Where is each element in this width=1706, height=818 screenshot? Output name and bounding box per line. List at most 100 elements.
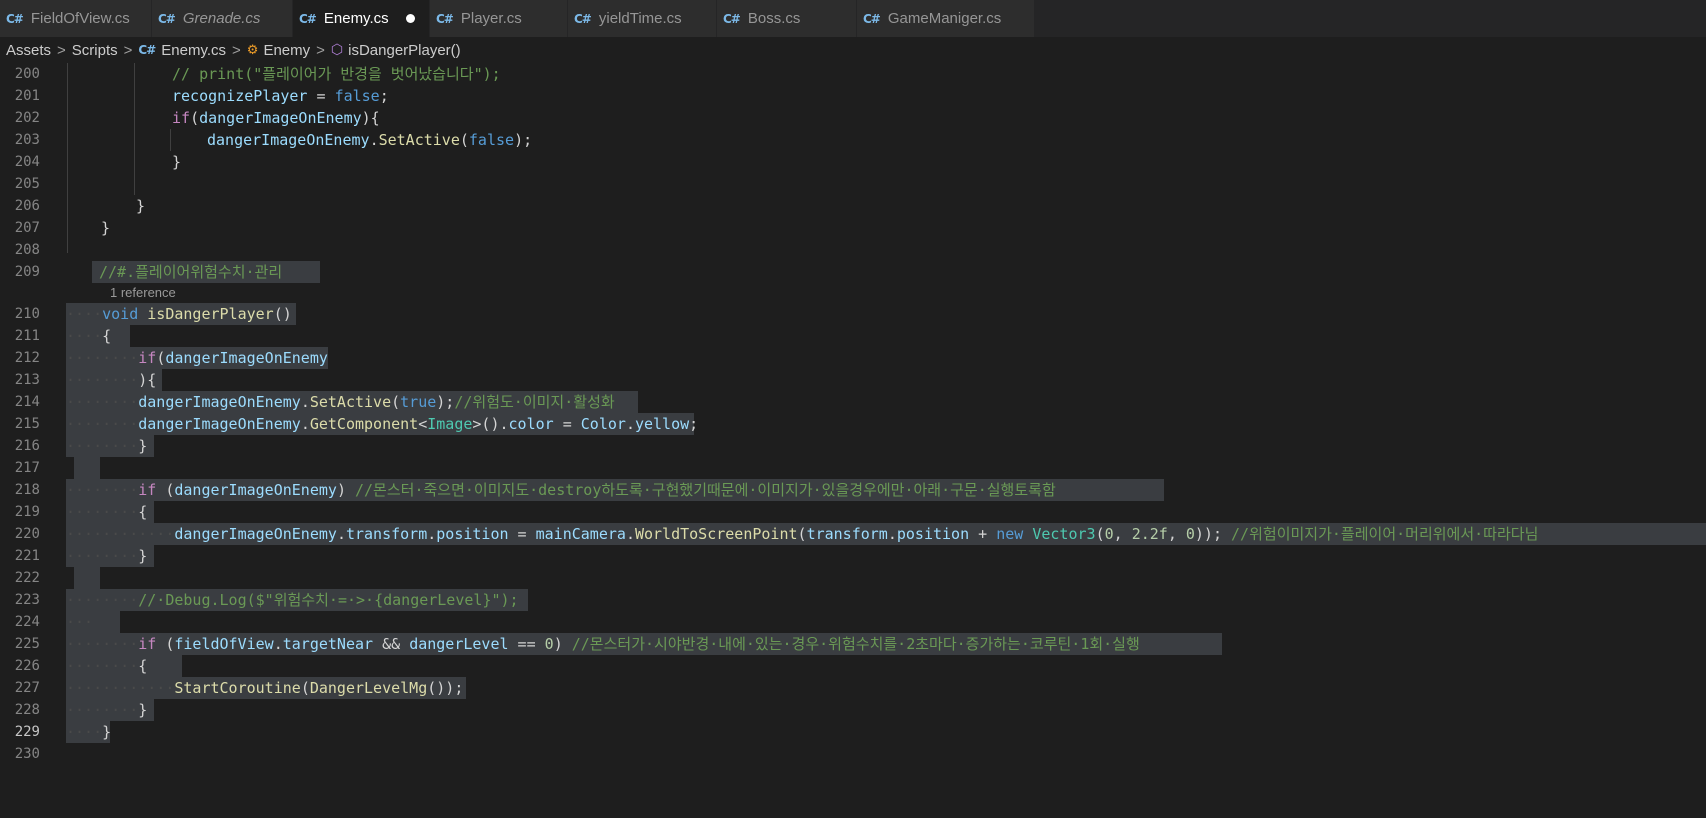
code-number: 0 [1185,525,1195,543]
code-function: WorldToScreenPoint [634,525,798,543]
code-line: 220 ············dangerImageOnEnemy.trans… [0,523,1706,545]
code-function: isDangerPlayer [147,305,274,323]
whitespace-dots: ········ [66,371,139,389]
code-identifier: recognizePlayer [172,87,308,105]
code-identifier: dangerImageOnEnemy [207,131,370,149]
code-number: 0 [544,635,554,653]
whitespace-dots: ········ [66,591,139,609]
code-operator: = [307,87,335,105]
code-punct: } [101,219,111,237]
breadcrumb-class[interactable]: Enemy [263,42,310,59]
code-punct: . [625,415,635,433]
code-keyword: if [138,481,157,499]
line-number: 230 [14,746,40,762]
code-identifier: dangerImageOnEnemy [174,525,337,543]
code-line: 224 ··· [0,611,1706,633]
code-function: GetComponent [309,415,419,433]
line-number: 227 [14,680,40,696]
code-punct: >(). [472,415,509,433]
line-number: 214 [14,394,40,410]
code-punct: ( [391,393,401,411]
line-number: 221 [14,548,40,564]
code-operator: == [508,635,545,653]
code-line: 223 ········//·Debug.Log($"위험수치·=·>·{dan… [0,589,1706,611]
code-identifier: dangerLevel [409,635,509,653]
code-line: 206 } [0,195,1706,217]
code-identifier: targetNear [282,635,374,653]
code-line: 217 [0,457,1706,479]
code-function: DangerLevelMg [309,679,428,697]
tab-gamemaniger[interactable]: C# GameManiger.cs [857,0,1035,37]
csharp-file-icon: C# [138,43,156,57]
code-function: StartCoroutine [174,679,301,697]
code-keyword: false [468,131,515,149]
line-number: 223 [14,592,40,608]
tab-boss[interactable]: C# Boss.cs [717,0,857,37]
whitespace-dots: ········ [66,415,139,433]
line-number: 210 [14,306,40,322]
code-identifier: dangerImageOnEnemy [138,393,301,411]
code-line: 216 ········} [0,435,1706,457]
code-punct: () [273,305,292,323]
tab-grenade[interactable]: C# Grenade.cs [152,0,293,37]
code-line: 200 // print("플레이어가 반경을 벗어났습니다"); [0,63,1706,85]
code-punct: . [336,525,346,543]
line-number: 212 [14,350,40,366]
class-icon: ⚙ [246,42,259,58]
code-keyword: new [996,525,1024,543]
breadcrumb-assets[interactable]: Assets [6,42,51,59]
tab-fieldofview[interactable]: C# FieldOfView.cs [0,0,152,37]
code-punct: < [418,415,428,433]
code-keyword: true [400,393,437,411]
tab-yieldtime[interactable]: C# yieldTime.cs [568,0,717,37]
line-number: 222 [14,570,40,586]
code-operator: = [508,525,536,543]
code-punct: ) [553,635,572,653]
breadcrumb-scripts[interactable]: Scripts [72,42,118,59]
code-comment: // print("플레이어가 반경을 벗어났습니다"); [172,65,501,83]
line-number: 202 [14,110,40,126]
line-number: 200 [14,66,40,82]
whitespace-dots: ········ [66,503,139,521]
codelens-references[interactable]: 1 reference [110,283,176,303]
code-line: 218 ········if (dangerImageOnEnemy) //몬스… [0,479,1706,501]
code-comment: //몬스터·죽으면·이미지도·destroy하도록·구현했기때문에·이미지가·있… [355,481,1056,499]
line-number: 225 [14,636,40,652]
code-keyword: void [102,305,139,323]
code-operator: + [969,525,997,543]
line-number: 217 [14,460,40,476]
code-punct: ); [514,131,533,149]
code-keyword: if [138,635,157,653]
code-identifier: dangerImageOnEnemy [199,109,362,127]
code-punct: . [300,415,310,433]
code-operator: = [553,415,581,433]
code-punct: ( [156,635,175,653]
whitespace-dots: ········ [66,547,139,565]
code-punct: { [138,503,148,521]
line-number: 229 [14,724,40,740]
code-keyword: if [138,349,157,367]
code-punct: . [300,393,310,411]
tab-label: yieldTime.cs [598,10,682,27]
whitespace-dots: ···· [66,305,103,323]
unsaved-changes-dot-icon[interactable] [406,14,415,23]
whitespace-dots: ········ [66,635,139,653]
code-line: 211 ····{ [0,325,1706,347]
code-punct: . [369,131,379,149]
line-number: 216 [14,438,40,454]
code-comment: //몬스터가·시야반경·내에·있는·경우·위험수치를·2초마다·증가하는·코루틴… [571,635,1140,653]
tab-enemy[interactable]: C# Enemy.cs [293,0,430,37]
code-type: Image [427,415,473,433]
code-punct: , [1113,525,1132,543]
code-editor[interactable]: 200 // print("플레이어가 반경을 벗어났습니다"); 201 re… [0,63,1706,818]
breadcrumb-method[interactable]: isDangerPlayer() [348,42,461,59]
code-identifier: transform [806,525,888,543]
csharp-file-icon: C# [158,11,176,26]
code-line: 215 ········dangerImageOnEnemy.GetCompon… [0,413,1706,435]
line-number: 220 [14,526,40,542]
line-number: 206 [14,198,40,214]
code-line: 227 ············StartCoroutine(DangerLev… [0,677,1706,699]
code-punct: ){ [138,371,157,389]
breadcrumb-file[interactable]: Enemy.cs [161,42,226,59]
tab-player[interactable]: C# Player.cs [430,0,568,37]
